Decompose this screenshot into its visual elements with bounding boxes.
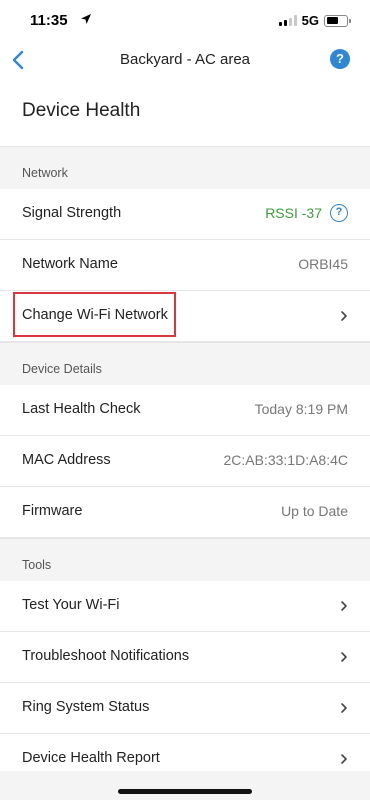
section-header-tools: Tools [0,538,370,581]
network-name-value: ORBI45 [298,256,348,272]
page-title: Device Health [22,100,141,121]
chevron-right-icon [341,754,347,764]
home-indicator[interactable] [118,789,252,794]
nav-bar: Backyard - AC area ? [0,44,370,76]
section-header-label: Tools [22,558,52,572]
signal-strength-value: RSSI -37 [265,205,322,221]
row-label: Last Health Check [22,401,141,417]
signal-help-icon[interactable]: ? [330,204,348,222]
row-label: Signal Strength [22,205,122,221]
status-bar: 11:35 5G [0,0,370,44]
status-indicators: 5G [278,13,351,28]
section-header-network: Network [0,146,370,189]
row-label: MAC Address [22,452,111,468]
row-firmware: Firmware Up to Date [0,487,370,538]
firmware-value: Up to Date [281,503,348,519]
bottom-safe-area [0,771,370,800]
row-device-health-report[interactable]: Device Health Report [0,734,370,774]
status-time: 11:35 [30,12,68,29]
row-test-your-wifi[interactable]: Test Your Wi-Fi [0,581,370,632]
row-label: Ring System Status [22,699,150,715]
chevron-right-icon [341,311,347,321]
row-signal-strength: Signal Strength RSSI -37 ? [0,189,370,240]
row-label: Troubleshoot Notifications [22,648,190,664]
row-mac-address: MAC Address 2C:AB:33:1D:A8:4C [0,436,370,487]
chevron-right-icon [341,601,347,611]
row-ring-system-status[interactable]: Ring System Status [0,683,370,734]
row-label: Network Name [22,256,118,272]
row-troubleshoot-notifications[interactable]: Troubleshoot Notifications [0,632,370,683]
help-icon[interactable]: ? [330,49,350,69]
cellular-signal-icon [278,15,297,26]
section-header-label: Network [22,166,68,180]
row-label: Test Your Wi-Fi [22,597,120,613]
highlight-annotation [13,292,176,337]
section-header-label: Device Details [22,362,102,376]
mac-address-value: 2C:AB:33:1D:A8:4C [223,452,348,468]
row-label: Device Health Report [22,750,160,766]
chevron-right-icon [341,703,347,713]
section-header-device-details: Device Details [0,342,370,385]
chevron-right-icon [341,652,347,662]
row-network-name: Network Name ORBI45 [0,240,370,291]
network-type: 5G [301,13,319,28]
location-arrow-icon [81,14,91,24]
battery-icon [324,14,351,27]
row-last-health-check: Last Health Check Today 8:19 PM [0,385,370,436]
nav-title: Backyard - AC area [119,51,251,68]
row-label: Firmware [22,503,83,519]
last-health-check-value: Today 8:19 PM [254,401,348,417]
